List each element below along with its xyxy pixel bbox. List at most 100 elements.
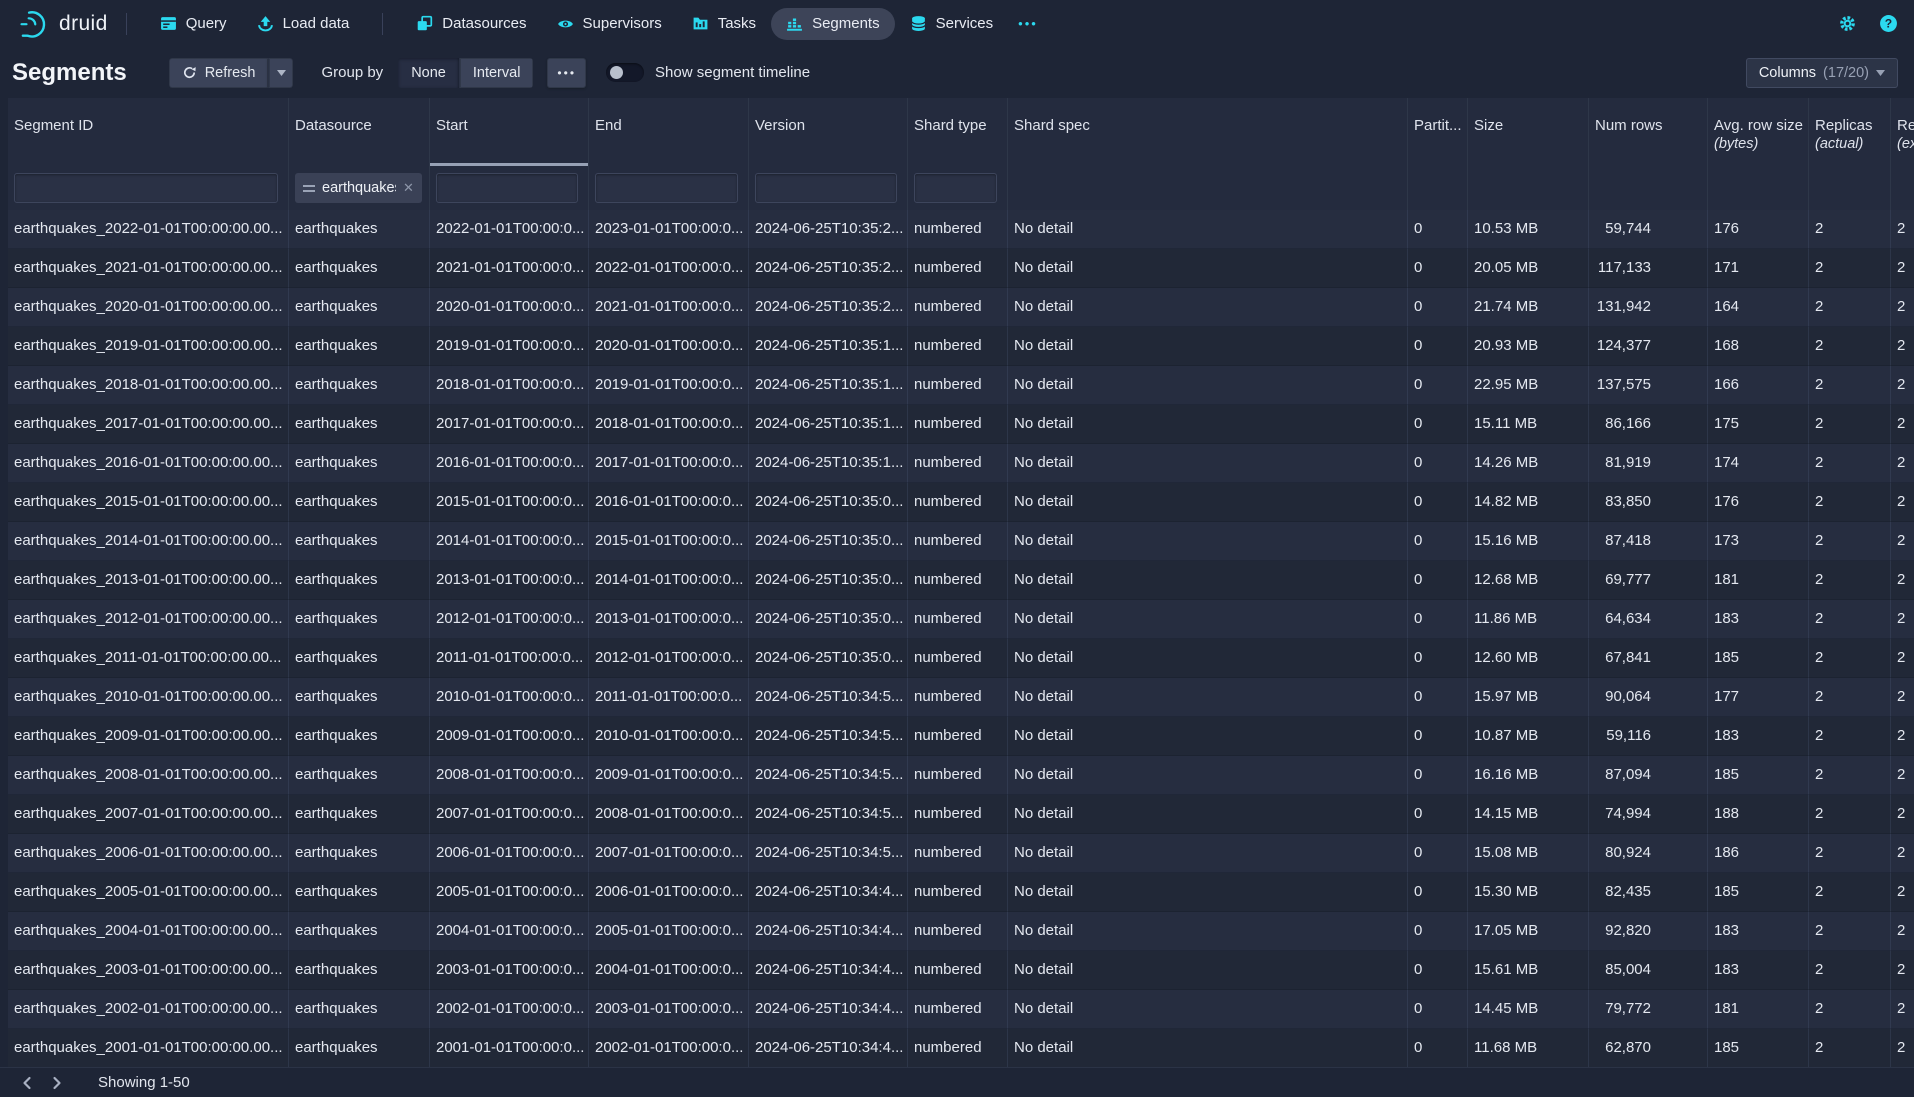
column-header-datasource[interactable]: Datasource [289, 98, 430, 166]
previous-page-button[interactable] [12, 1070, 42, 1096]
remove-filter-icon[interactable]: ✕ [403, 180, 414, 196]
table-row[interactable]: earthquakes_2016-01-01T00:00:00.00...ear… [8, 444, 1914, 483]
cell-size: 20.93 MB [1468, 327, 1589, 366]
filter-input-id[interactable] [14, 173, 278, 203]
cell-end: 2018-01-01T00:00:0... [589, 405, 749, 444]
column-header-id[interactable]: Segment ID [8, 98, 289, 166]
column-header-label: Shard type [914, 117, 1001, 134]
column-header-replicas[interactable]: Replicas(actual) [1809, 98, 1891, 166]
datasource-filter-tag[interactable]: earthquakes✕ [295, 173, 422, 203]
cell-version: 2024-06-25T10:34:5... [749, 678, 908, 717]
table-row[interactable]: earthquakes_2010-01-01T00:00:00.00...ear… [8, 678, 1914, 717]
table-row[interactable]: earthquakes_2001-01-01T00:00:00.00...ear… [8, 1029, 1914, 1067]
nav-item-supervisors[interactable]: Supervisors [542, 8, 677, 40]
table-row[interactable]: earthquakes_2011-01-01T00:00:00.00...ear… [8, 639, 1914, 678]
filter-input-shard_type[interactable] [914, 173, 997, 203]
table-row[interactable]: earthquakes_2022-01-01T00:00:00.00...ear… [8, 210, 1914, 249]
cell-size: 20.05 MB [1468, 249, 1589, 288]
nav-item-services[interactable]: Services [895, 8, 1009, 40]
filter-input-start[interactable] [436, 173, 578, 203]
nav-item-load-data[interactable]: Load data [242, 8, 365, 40]
cell-replication_factor: 2 [1891, 873, 1914, 912]
table-row[interactable]: earthquakes_2018-01-01T00:00:00.00...ear… [8, 366, 1914, 405]
cell-id: earthquakes_2022-01-01T00:00:00.00... [8, 210, 289, 249]
nav-item-segments[interactable]: Segments [771, 8, 895, 40]
group-by-interval-button[interactable]: Interval [459, 58, 534, 88]
cell-id: earthquakes_2013-01-01T00:00:00.00... [8, 561, 289, 600]
group-by-none-button[interactable]: None [398, 58, 459, 88]
nav-item-query[interactable]: Query [145, 8, 242, 40]
cell-partition: 0 [1408, 873, 1468, 912]
cell-datasource: earthquakes [289, 990, 430, 1029]
table-row[interactable]: earthquakes_2003-01-01T00:00:00.00...ear… [8, 951, 1914, 990]
cell-shard_spec: No detail [1008, 834, 1408, 873]
nav-item-label: Datasources [442, 15, 526, 32]
cell-end: 2002-01-01T00:00:0... [589, 1029, 749, 1067]
help-button[interactable]: ? [1877, 12, 1900, 35]
column-header-replication_factor[interactable]: Replication factor(expected) [1891, 98, 1914, 166]
cell-size: 15.08 MB [1468, 834, 1589, 873]
cell-version: 2024-06-25T10:34:5... [749, 717, 908, 756]
nav-item-tasks[interactable]: Tasks [677, 8, 771, 40]
cell-partition: 0 [1408, 444, 1468, 483]
cell-version: 2024-06-25T10:34:5... [749, 756, 908, 795]
filter-cell-replication_factor [1891, 166, 1914, 210]
table-filter-row: earthquakes✕ [8, 166, 1914, 210]
table-row[interactable]: earthquakes_2008-01-01T00:00:00.00...ear… [8, 756, 1914, 795]
cell-size: 22.95 MB [1468, 366, 1589, 405]
filter-cell-avg_row_size [1708, 166, 1809, 210]
table-row[interactable]: earthquakes_2006-01-01T00:00:00.00...ear… [8, 834, 1914, 873]
column-header-shard_spec[interactable]: Shard spec [1008, 98, 1408, 166]
settings-button[interactable] [1836, 12, 1859, 35]
column-header-end[interactable]: End [589, 98, 749, 166]
refresh-button[interactable]: Refresh [169, 58, 269, 88]
segment-timeline-toggle[interactable] [606, 63, 644, 82]
refresh-dropdown-button[interactable] [268, 58, 293, 88]
columns-button-label: Columns [1759, 65, 1816, 81]
druid-logo[interactable]: druid [18, 8, 108, 40]
cell-avg_row_size: 185 [1708, 1029, 1809, 1067]
column-header-num_rows[interactable]: Num rows [1589, 98, 1708, 166]
nav-item-label: Segments [812, 15, 880, 32]
table-row[interactable]: earthquakes_2005-01-01T00:00:00.00...ear… [8, 873, 1914, 912]
table-row[interactable]: earthquakes_2017-01-01T00:00:00.00...ear… [8, 405, 1914, 444]
column-header-shard_type[interactable]: Shard type [908, 98, 1008, 166]
cell-version: 2024-06-25T10:34:4... [749, 1029, 908, 1067]
table-row[interactable]: earthquakes_2004-01-01T00:00:00.00...ear… [8, 912, 1914, 951]
table-row[interactable]: earthquakes_2021-01-01T00:00:00.00...ear… [8, 249, 1914, 288]
columns-button[interactable]: Columns (17/20) [1746, 58, 1898, 88]
table-row[interactable]: earthquakes_2012-01-01T00:00:00.00...ear… [8, 600, 1914, 639]
cell-shard_spec: No detail [1008, 210, 1408, 249]
cell-shard_type: numbered [908, 717, 1008, 756]
nav-more-icon[interactable]: ••• [1008, 16, 1048, 31]
next-page-button[interactable] [42, 1070, 72, 1096]
table-row[interactable]: earthquakes_2020-01-01T00:00:00.00...ear… [8, 288, 1914, 327]
column-header-version[interactable]: Version [749, 98, 908, 166]
cell-shard_type: numbered [908, 249, 1008, 288]
toolbar-more-button[interactable]: ••• [547, 58, 586, 88]
cell-shard_spec: No detail [1008, 1029, 1408, 1067]
filter-input-version[interactable] [755, 173, 897, 203]
table-row[interactable]: earthquakes_2002-01-01T00:00:00.00...ear… [8, 990, 1914, 1029]
table-row[interactable]: earthquakes_2013-01-01T00:00:00.00...ear… [8, 561, 1914, 600]
cell-start: 2003-01-01T00:00:0... [430, 951, 589, 990]
cell-id: earthquakes_2016-01-01T00:00:00.00... [8, 444, 289, 483]
column-header-size[interactable]: Size [1468, 98, 1589, 166]
refresh-split-button: Refresh [169, 58, 294, 88]
column-header-avg_row_size[interactable]: Avg. row size(bytes) [1708, 98, 1809, 166]
table-row[interactable]: earthquakes_2014-01-01T00:00:00.00...ear… [8, 522, 1914, 561]
cell-shard_type: numbered [908, 795, 1008, 834]
nav-item-datasources[interactable]: Datasources [401, 8, 541, 40]
table-row[interactable]: earthquakes_2007-01-01T00:00:00.00...ear… [8, 795, 1914, 834]
cell-datasource: earthquakes [289, 912, 430, 951]
nav-divider [126, 13, 127, 35]
filter-input-end[interactable] [595, 173, 738, 203]
cell-replicas: 2 [1809, 951, 1891, 990]
column-header-partition[interactable]: Partit... [1408, 98, 1468, 166]
table-row[interactable]: earthquakes_2015-01-01T00:00:00.00...ear… [8, 483, 1914, 522]
cell-shard_spec: No detail [1008, 288, 1408, 327]
table-row[interactable]: earthquakes_2019-01-01T00:00:00.00...ear… [8, 327, 1914, 366]
column-header-start[interactable]: Start [430, 98, 589, 166]
table-row[interactable]: earthquakes_2009-01-01T00:00:00.00...ear… [8, 717, 1914, 756]
cell-partition: 0 [1408, 366, 1468, 405]
